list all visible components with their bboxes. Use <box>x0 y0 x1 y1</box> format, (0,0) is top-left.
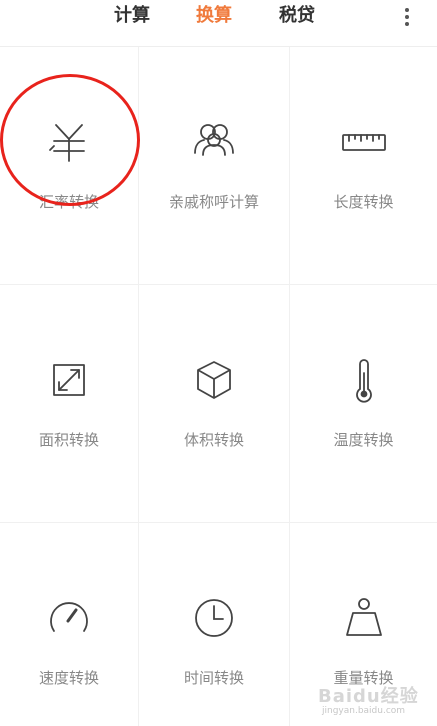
grid-item-area[interactable]: 面积转换 <box>0 285 139 523</box>
top-navigation-bar: 计算 换算 税贷 <box>0 0 437 47</box>
grid-item-time[interactable]: 时间转换 <box>139 523 290 726</box>
converter-grid: 汇率转换 亲戚称呼计算 长度转换 面积转换 体积转换 温度转换 速度转换 时间转… <box>0 47 437 726</box>
yen-currency-icon <box>46 119 92 165</box>
weight-icon <box>341 595 387 641</box>
grid-item-label: 长度转换 <box>333 193 394 211</box>
grid-item-temperature[interactable]: 温度转换 <box>290 285 437 523</box>
thermometer-icon <box>341 357 387 403</box>
cube-icon <box>191 357 237 403</box>
grid-item-length[interactable]: 长度转换 <box>290 47 437 285</box>
more-vertical-icon[interactable] <box>400 6 414 28</box>
grid-item-label: 汇率转换 <box>38 193 99 211</box>
grid-item-label: 体积转换 <box>183 431 244 449</box>
grid-item-label: 面积转换 <box>38 431 99 449</box>
tab-calculate[interactable]: 计算 <box>114 4 150 28</box>
grid-item-exchange-rate[interactable]: 汇率转换 <box>0 47 139 285</box>
clock-icon <box>191 595 237 641</box>
grid-item-relative-title[interactable]: 亲戚称呼计算 <box>139 47 290 285</box>
ruler-icon <box>341 119 387 165</box>
grid-item-label: 时间转换 <box>183 669 244 687</box>
expand-arrows-icon <box>46 357 92 403</box>
speedometer-icon <box>46 595 92 641</box>
grid-item-label: 重量转换 <box>333 669 394 687</box>
tab-convert[interactable]: 换算 <box>196 4 232 28</box>
grid-item-speed[interactable]: 速度转换 <box>0 523 139 726</box>
grid-item-label: 亲戚称呼计算 <box>168 193 259 211</box>
grid-item-weight[interactable]: 重量转换 <box>290 523 437 726</box>
grid-item-volume[interactable]: 体积转换 <box>139 285 290 523</box>
app-window: 计算 换算 税贷 汇率转换 亲戚称呼计算 长度转换 面积转换 体积转换 温度转换… <box>0 0 437 726</box>
people-icon <box>191 119 237 165</box>
grid-item-label: 速度转换 <box>38 669 99 687</box>
tab-tax-loan[interactable]: 税贷 <box>279 4 315 28</box>
grid-item-label: 温度转换 <box>333 431 394 449</box>
